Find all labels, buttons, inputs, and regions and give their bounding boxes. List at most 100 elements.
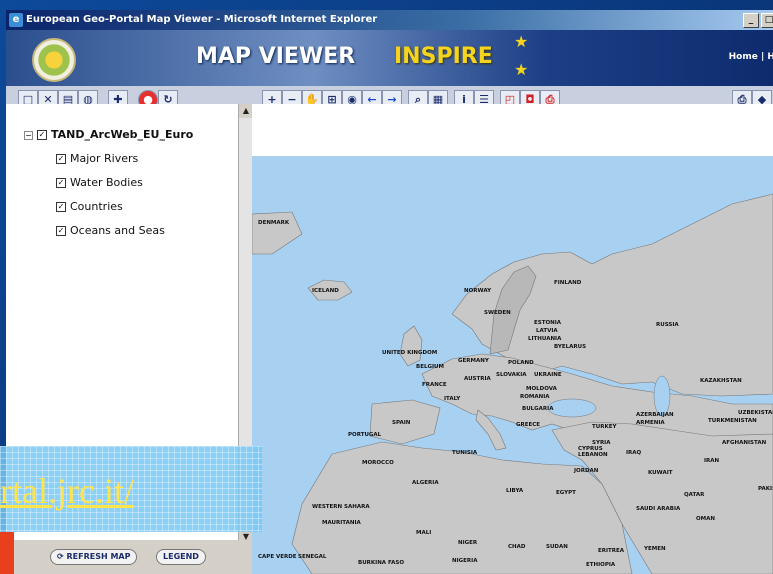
ie-icon: e bbox=[9, 13, 23, 27]
country-label: ITALY bbox=[444, 396, 461, 402]
country-label: LEBANON bbox=[578, 452, 608, 458]
country-label: DENMARK bbox=[258, 220, 290, 226]
country-label: MALI bbox=[416, 530, 431, 536]
country-label: OMAN bbox=[696, 516, 715, 522]
country-label: NIGER bbox=[458, 540, 478, 546]
checkbox-icon[interactable]: ✓ bbox=[56, 178, 66, 188]
country-label: ALGERIA bbox=[412, 480, 439, 486]
black-sea bbox=[547, 398, 597, 418]
layer-item-major-rivers[interactable]: ✓ Major Rivers bbox=[56, 152, 138, 165]
layer-item-water-bodies[interactable]: ✓ Water Bodies bbox=[56, 176, 143, 189]
country-label: IRAQ bbox=[626, 450, 642, 456]
scroll-up-icon[interactable]: ▲ bbox=[239, 104, 253, 118]
panel-buttons: ⟳ REFRESH MAP LEGEND bbox=[6, 540, 252, 574]
country-label: ICELAND bbox=[312, 288, 339, 294]
country-label: UZBEKISTAN bbox=[738, 410, 773, 416]
country-label: WESTERN SAHARA bbox=[312, 504, 370, 510]
country-label: NORWAY bbox=[464, 288, 492, 294]
country-label: SWEDEN bbox=[484, 310, 511, 316]
country-label: FINLAND bbox=[554, 280, 582, 286]
layer-label: Oceans and Seas bbox=[70, 224, 165, 237]
country-label: QATAR bbox=[684, 492, 705, 498]
refresh-map-button[interactable]: ⟳ REFRESH MAP bbox=[50, 549, 138, 565]
country-label: ESTONIA bbox=[534, 320, 562, 326]
country-label: BULGARIA bbox=[522, 406, 554, 412]
title-bar: e European Geo-Portal Map Viewer - Micro… bbox=[6, 10, 773, 30]
country-label: LITHUANIA bbox=[528, 336, 562, 342]
checkbox-icon[interactable]: ✓ bbox=[37, 130, 47, 140]
country-label: NIGERIA bbox=[452, 558, 478, 564]
country-label: POLAND bbox=[508, 360, 534, 366]
country-label: UNITED KINGDOM bbox=[382, 350, 437, 356]
legend-button[interactable]: LEGEND bbox=[156, 549, 206, 565]
layer-label: Water Bodies bbox=[70, 176, 143, 189]
country-label: CAPE VERDE bbox=[258, 554, 297, 560]
map-canvas[interactable]: DENMARK ICELAND NORWAY SWEDEN FINLAND ESTONIA… bbox=[252, 104, 773, 574]
country-label: AUSTRIA bbox=[464, 376, 492, 382]
country-label: ROMANIA bbox=[520, 394, 550, 400]
caspian-sea bbox=[653, 375, 671, 417]
country-label: YEMEN bbox=[643, 546, 666, 552]
country-label: MOROCCO bbox=[362, 460, 394, 466]
checkbox-icon[interactable]: ✓ bbox=[56, 154, 66, 164]
portal-url-link[interactable]: rtal.jrc.it/ bbox=[0, 470, 134, 512]
country-label: AFGHANISTAN bbox=[722, 440, 767, 446]
country-label: SAUDI ARABIA bbox=[636, 506, 681, 512]
layer-label: Major Rivers bbox=[70, 152, 139, 165]
country-label: FRANCE bbox=[422, 382, 447, 388]
country-label: UKRAINE bbox=[534, 372, 562, 378]
country-label: CHAD bbox=[508, 544, 526, 550]
jrc-logo bbox=[32, 38, 76, 82]
country-label: SUDAN bbox=[546, 544, 568, 550]
checkbox-icon[interactable]: ✓ bbox=[56, 226, 66, 236]
country-label: KUWAIT bbox=[648, 470, 673, 476]
star-icon: ★ bbox=[514, 60, 529, 79]
checkbox-icon[interactable]: ✓ bbox=[56, 202, 66, 212]
country-label: MAURITANIA bbox=[322, 520, 362, 526]
country-label: SPAIN bbox=[392, 420, 411, 426]
country-label: LATVIA bbox=[536, 328, 558, 334]
layer-item-countries[interactable]: ✓ Countries bbox=[56, 200, 123, 213]
home-help-links[interactable]: Home | He bbox=[729, 52, 773, 62]
country-label: BELGIUM bbox=[416, 364, 444, 370]
map-svg[interactable]: DENMARK ICELAND NORWAY SWEDEN FINLAND ESTONIA… bbox=[252, 104, 773, 574]
country-label: TUNISIA bbox=[452, 450, 478, 456]
country-label: ETHIOPIA bbox=[586, 562, 616, 568]
header-banner: MAP VIEWER INSPIRE ★ ★ Home | He bbox=[6, 30, 773, 86]
country-label: SENEGAL bbox=[298, 554, 327, 560]
layer-item-oceans[interactable]: ✓ Oceans and Seas bbox=[56, 224, 165, 237]
country-label: ARMENIA bbox=[636, 420, 665, 426]
layer-tree-root[interactable]: − ✓ TAND_ArcWeb_EU_Euro bbox=[24, 128, 193, 141]
star-icon: ★ bbox=[514, 32, 529, 51]
country-label: IRAN bbox=[704, 458, 720, 464]
window-title: European Geo-Portal Map Viewer - Microso… bbox=[26, 14, 378, 25]
country-label: AZERBAIJAN bbox=[636, 412, 674, 418]
country-label: PORTUGAL bbox=[348, 432, 382, 438]
country-label: PAKIST bbox=[758, 486, 773, 492]
country-label: BYELARUS bbox=[554, 344, 586, 350]
country-label: SLOVAKIA bbox=[496, 372, 527, 378]
country-label: BURKINA FASO bbox=[358, 560, 404, 566]
map-viewer-title: MAP VIEWER bbox=[196, 44, 356, 69]
window-controls: _ □ bbox=[743, 13, 773, 28]
country-label: KAZAKHSTAN bbox=[700, 378, 742, 384]
collapse-icon[interactable]: − bbox=[24, 130, 33, 140]
country-label: TURKMENISTAN bbox=[708, 418, 757, 424]
map-top-band bbox=[252, 104, 773, 156]
country-label: SYRIA bbox=[592, 440, 611, 446]
red-accent-strip bbox=[0, 532, 14, 574]
maximize-button[interactable]: □ bbox=[761, 13, 773, 28]
inspire-brand: INSPIRE bbox=[394, 44, 493, 69]
country-label: MOLDOVA bbox=[526, 386, 558, 392]
layer-group-label: TAND_ArcWeb_EU_Euro bbox=[51, 128, 194, 141]
country-label: EGYPT bbox=[556, 490, 576, 496]
refresh-label: REFRESH MAP bbox=[66, 552, 131, 561]
country-label: ERITREA bbox=[598, 548, 625, 554]
country-label: GERMANY bbox=[458, 358, 490, 364]
country-label: JORDAN bbox=[573, 468, 599, 474]
country-label: TURKEY bbox=[592, 424, 617, 430]
country-label: GREECE bbox=[516, 422, 540, 428]
country-label: LIBYA bbox=[506, 488, 524, 494]
minimize-button[interactable]: _ bbox=[743, 13, 759, 28]
layer-label: Countries bbox=[70, 200, 123, 213]
